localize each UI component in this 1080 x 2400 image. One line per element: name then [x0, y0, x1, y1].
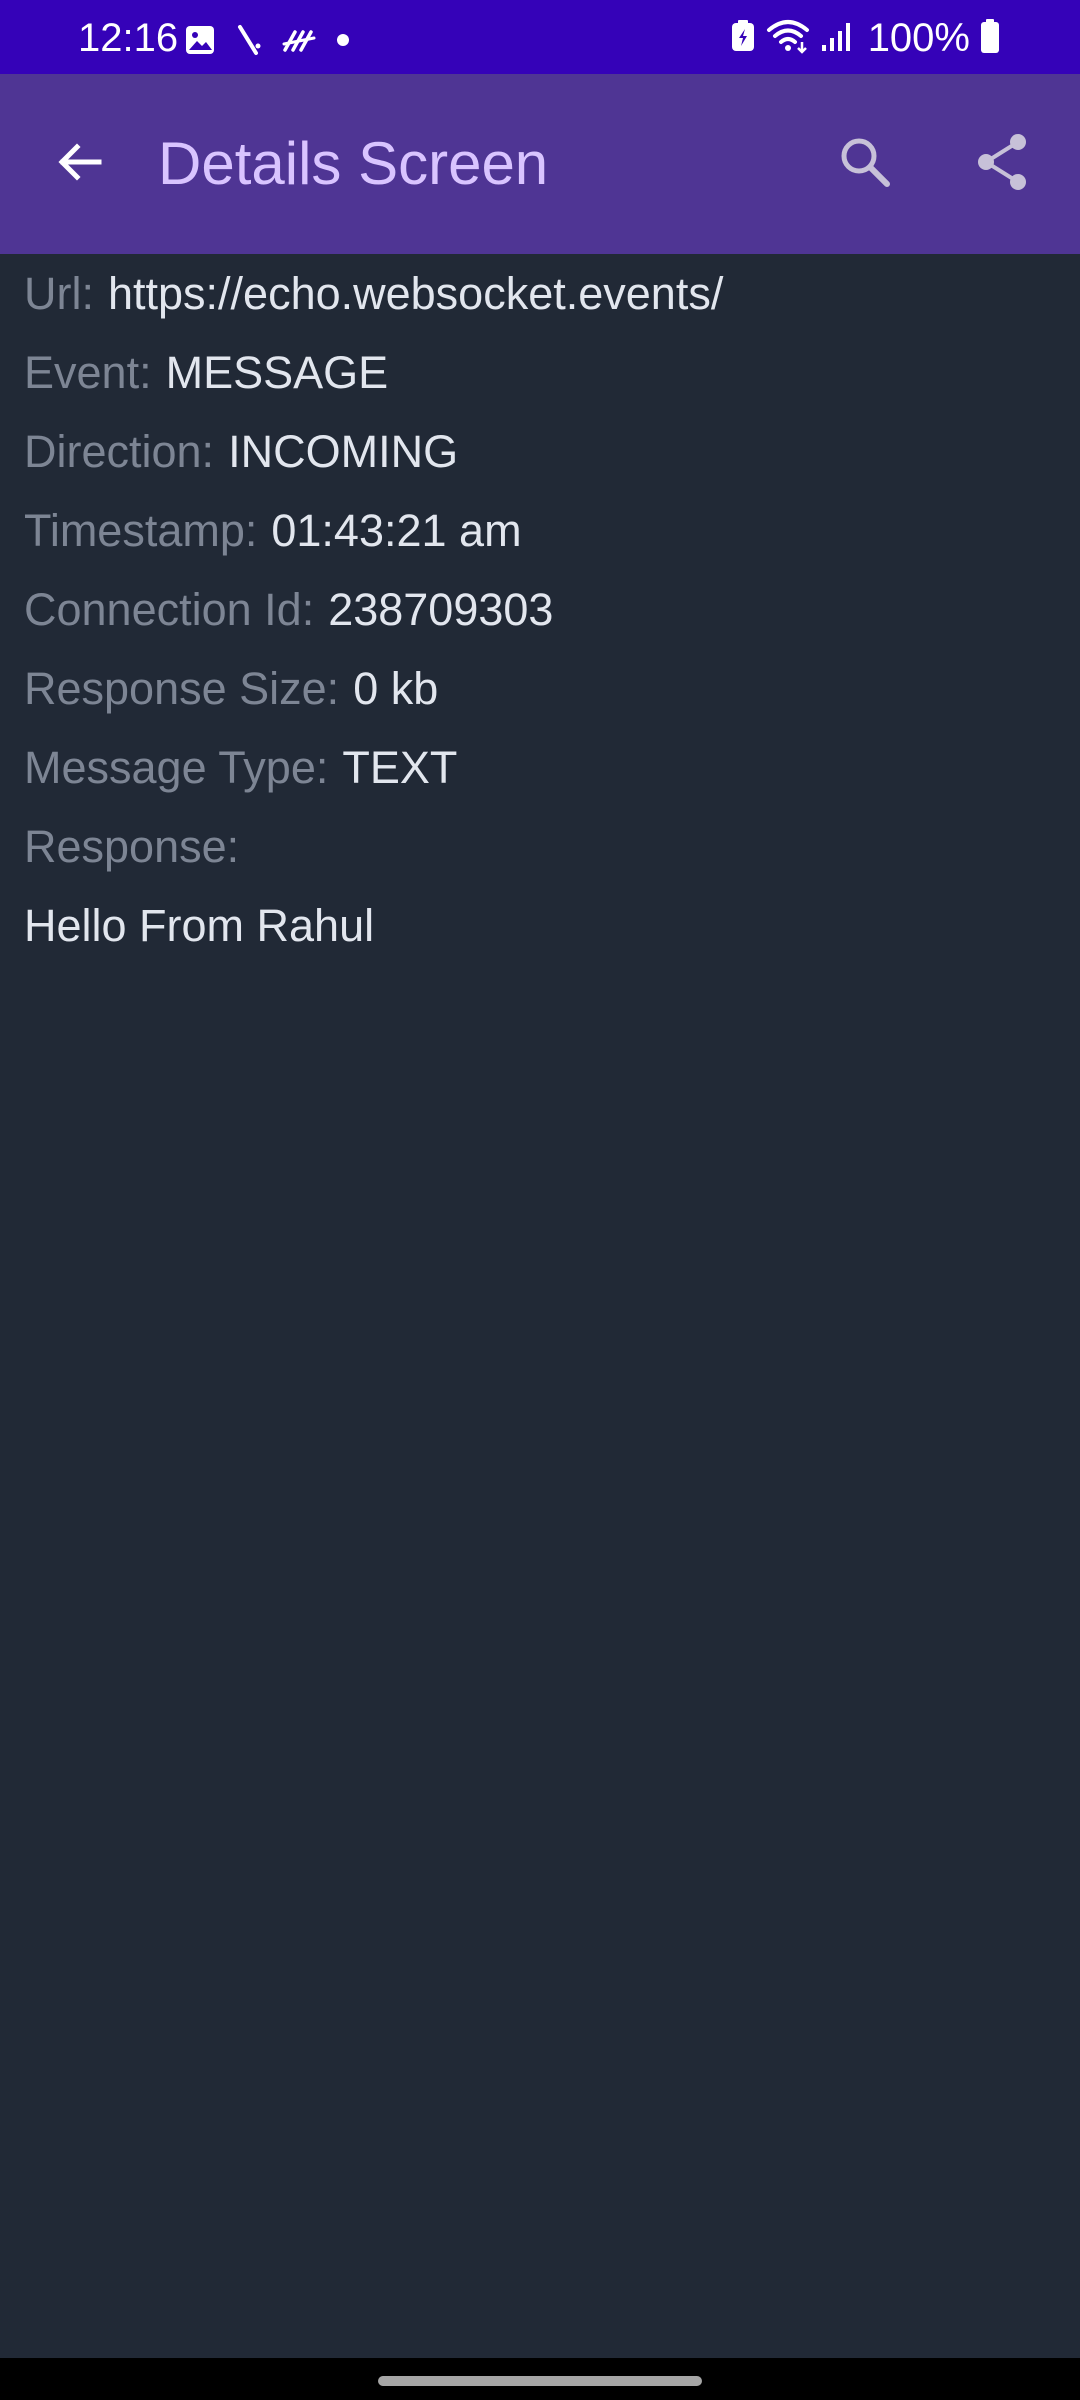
timestamp-label: Timestamp:	[24, 504, 258, 556]
share-button[interactable]	[962, 124, 1042, 204]
timestamp-value: 01:43:21 am	[271, 504, 522, 556]
page-title: Details Screen	[158, 130, 549, 197]
status-notification-icons	[184, 24, 350, 61]
battery-saver-icon	[730, 19, 756, 58]
battery-icon	[980, 18, 1000, 59]
share-icon	[974, 132, 1030, 197]
dot-icon	[336, 33, 350, 52]
status-bar: 12:16 100%	[0, 0, 1080, 74]
event-label: Event:	[24, 346, 152, 398]
status-time: 12:16	[78, 16, 179, 60]
response-size-value: 0 kb	[353, 662, 439, 714]
arrow-back-icon	[55, 137, 105, 192]
details-content: Url: https://echo.websocket.events/ Even…	[24, 254, 1056, 965]
message-type-value: TEXT	[342, 741, 458, 793]
back-button[interactable]	[40, 124, 120, 204]
direction-value: INCOMING	[228, 425, 459, 477]
message-type-label: Message Type:	[24, 741, 329, 793]
detail-row-response-size: Response Size: 0 kb	[24, 649, 1056, 728]
detail-row-connection-id: Connection Id: 238709303	[24, 570, 1056, 649]
response-body: Hello From Rahul	[24, 899, 375, 951]
url-label: Url:	[24, 267, 94, 319]
connection-id-label: Connection Id:	[24, 583, 315, 635]
detail-row-response: Response:	[24, 807, 1056, 886]
event-value: MESSAGE	[165, 346, 389, 398]
detail-row-event: Event: MESSAGE	[24, 333, 1056, 412]
battery-percentage: 100%	[867, 16, 970, 60]
navigation-bar	[0, 2358, 1080, 2400]
status-system-icons: 100%	[730, 18, 1000, 58]
detail-row-message-type: Message Type: TEXT	[24, 728, 1056, 807]
wifi-icon	[766, 18, 810, 59]
hatch-icon	[282, 26, 316, 59]
url-value: https://echo.websocket.events/	[107, 267, 724, 319]
connection-id-value: 238709303	[328, 583, 554, 635]
response-label: Response:	[24, 820, 240, 872]
response-size-label: Response Size:	[24, 662, 340, 714]
signal-icon	[820, 19, 854, 58]
detail-row-timestamp: Timestamp: 01:43:21 am	[24, 491, 1056, 570]
home-gesture-handle[interactable]	[378, 2376, 702, 2386]
app-bar: Details Screen	[0, 74, 1080, 254]
search-icon	[838, 135, 892, 194]
slash-icon	[236, 24, 262, 61]
gallery-icon	[184, 24, 216, 61]
detail-row-direction: Direction: INCOMING	[24, 412, 1056, 491]
direction-label: Direction:	[24, 425, 215, 477]
search-button[interactable]	[825, 124, 905, 204]
detail-row-url: Url: https://echo.websocket.events/	[24, 254, 1056, 333]
